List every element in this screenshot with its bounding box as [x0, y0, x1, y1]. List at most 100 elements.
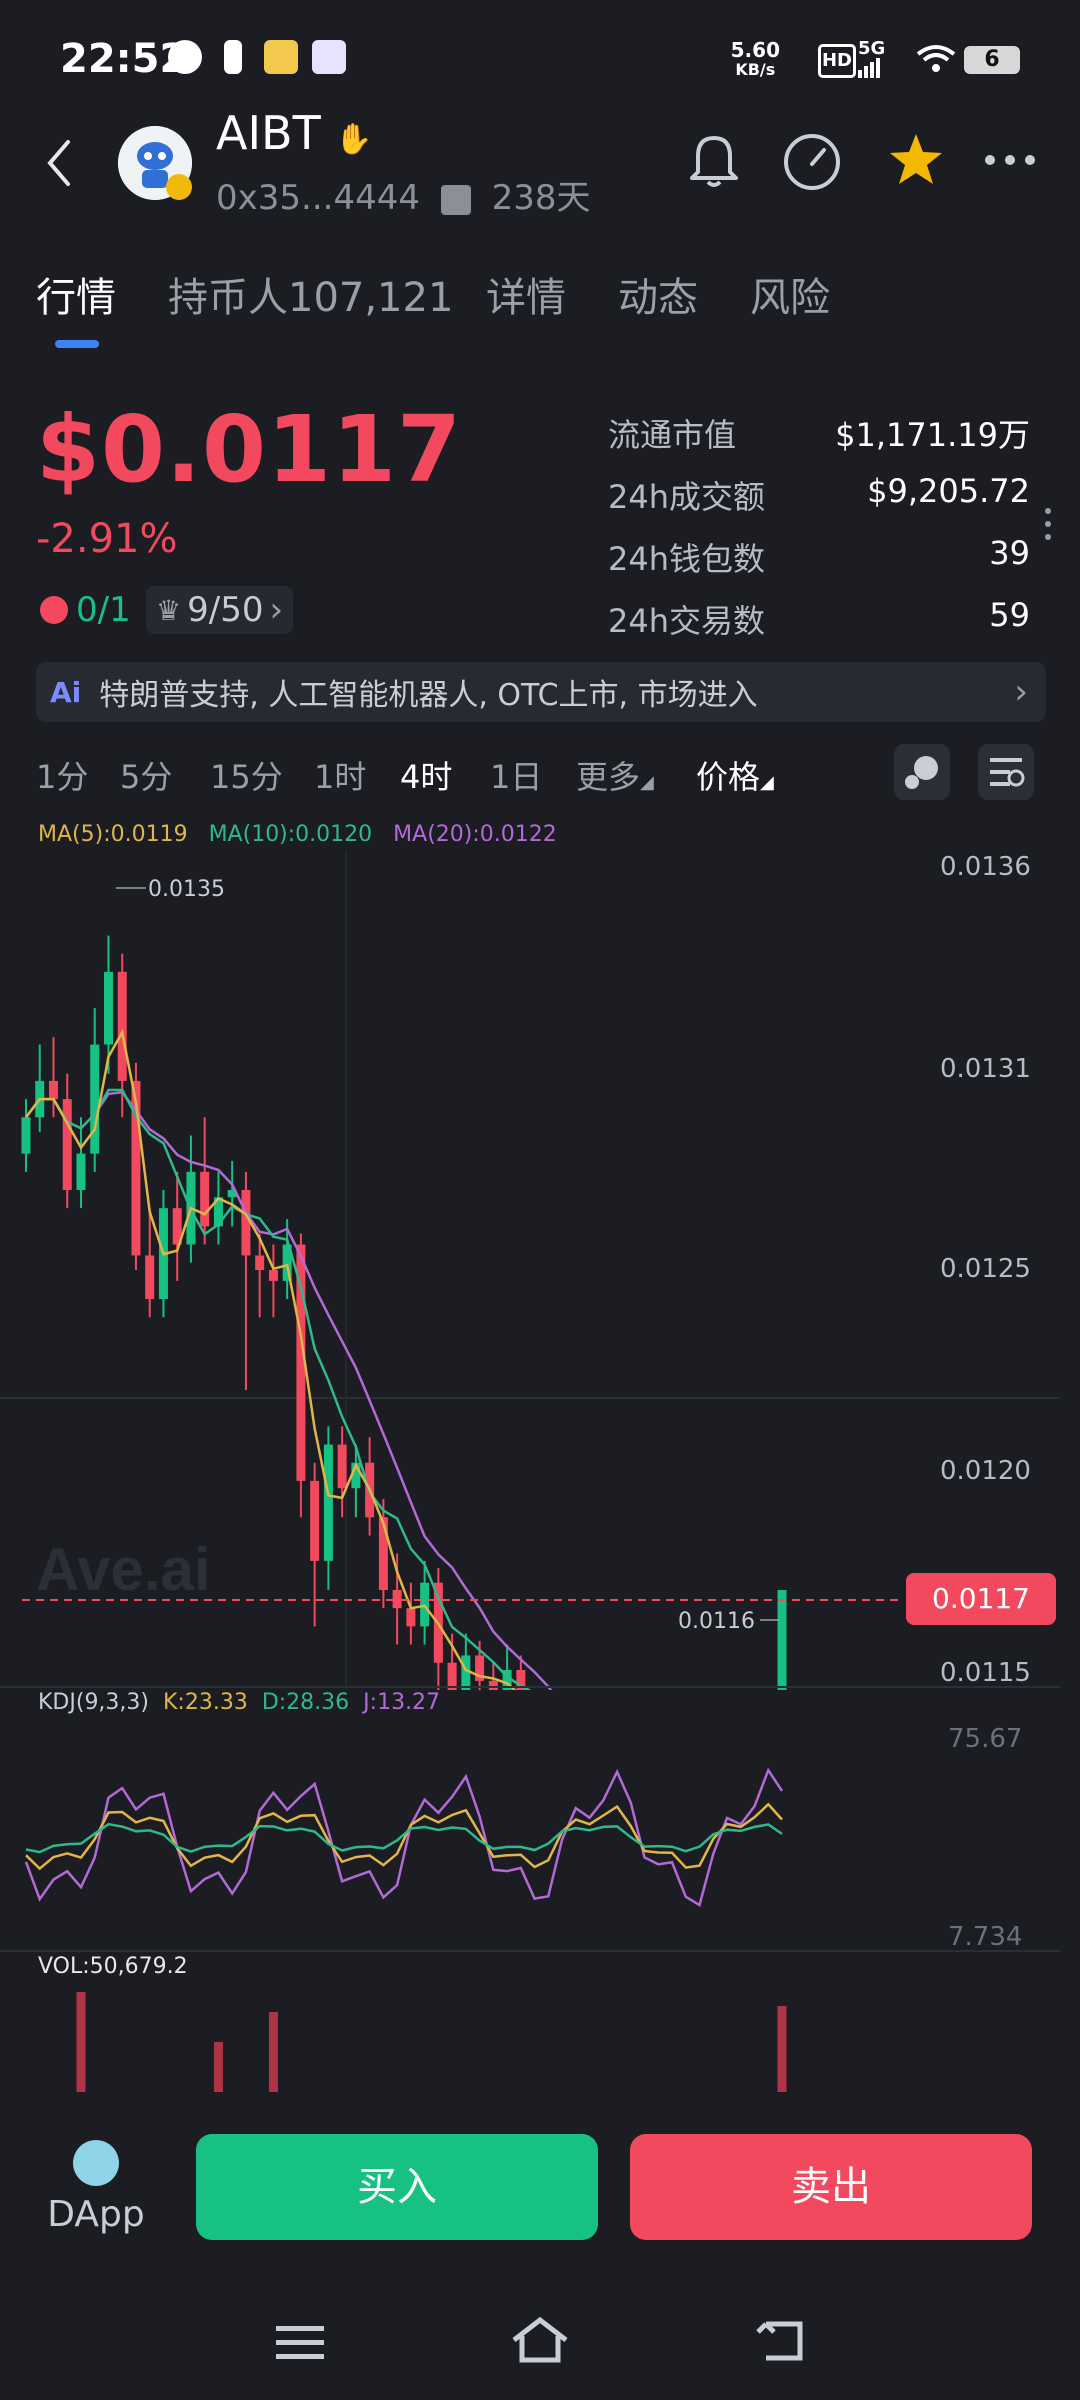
- token-name: AIBT ✋: [216, 106, 373, 160]
- tab-activity[interactable]: 动态: [618, 265, 698, 323]
- candle: [90, 1044, 100, 1154]
- candlestick-chart[interactable]: Ave.ai 0.0135 0.0116: [0, 850, 1080, 1690]
- volume-bar: [268, 2012, 278, 2092]
- tab-risk[interactable]: 风险: [750, 265, 830, 323]
- side-more-icon[interactable]: [1042, 506, 1054, 542]
- candle: [76, 1153, 86, 1190]
- kdj-j: J:13.27: [363, 1690, 441, 1715]
- status-bar: 22:52 5.60 KB/s HD 5G 6: [0, 0, 1080, 120]
- gauge-icon[interactable]: [782, 132, 842, 192]
- buy-button[interactable]: 买入: [196, 2134, 598, 2240]
- bnb-chain-icon: [166, 174, 192, 200]
- y-tick: 0.0131: [940, 1054, 1031, 1084]
- crown-icon: ♛: [156, 593, 182, 627]
- tab-details[interactable]: 详情: [486, 265, 566, 323]
- net-speed-unit: KB/s: [735, 60, 776, 79]
- home-icon[interactable]: [510, 2316, 570, 2366]
- sliders-icon: [990, 758, 1025, 787]
- interval-1d[interactable]: 1日: [490, 752, 542, 798]
- copy-icon[interactable]: [440, 184, 471, 215]
- interval-15m[interactable]: 15分: [210, 752, 283, 798]
- dapp-label: DApp: [47, 2194, 145, 2235]
- current-price: $0.0117: [36, 396, 463, 503]
- candle: [241, 1190, 251, 1256]
- dapp-button[interactable]: DApp: [46, 2140, 146, 2235]
- high-annotation: 0.0135: [148, 877, 225, 902]
- volume-bar: [777, 2006, 787, 2092]
- signal-bars-icon: [858, 58, 880, 78]
- stat-value-market-cap: $1,171.19万: [835, 416, 1030, 454]
- tab-bar: 行情 持币人107,121 详情 动态 风险: [0, 255, 1080, 355]
- current-price-tag: 0.0117: [906, 1573, 1056, 1625]
- ma20-label: MA(20):0.0122: [393, 822, 557, 847]
- candle: [62, 1099, 72, 1190]
- battery-saver-icon: [224, 40, 242, 74]
- tab-holders[interactable]: 持币人107,121: [168, 265, 453, 323]
- notification-icons: [168, 40, 346, 74]
- network-speed: 5.60 KB/s: [731, 40, 780, 80]
- interval-5m[interactable]: 5分: [120, 752, 172, 798]
- volume-chart: [76, 1992, 787, 2092]
- candle: [310, 1480, 320, 1561]
- candle: [21, 1117, 31, 1154]
- stat-value-wallets: 39: [989, 534, 1030, 572]
- candle: [268, 1270, 278, 1281]
- tax-badge[interactable]: 0/1: [40, 586, 131, 634]
- candle: [145, 1255, 155, 1300]
- dropdown-triangle-icon: ◢: [760, 772, 774, 793]
- y-tick: 0.0120: [940, 1456, 1031, 1486]
- price-mode-label: 价格: [696, 758, 761, 796]
- kdj-label: KDJ(9,3,3): [38, 1690, 149, 1715]
- interval-more[interactable]: 更多◢: [576, 752, 654, 798]
- chevron-right-icon: ›: [269, 590, 284, 630]
- stat-value-trades: 59: [989, 596, 1030, 634]
- bubbles-icon: [905, 756, 938, 789]
- stat-label-volume: 24h成交额: [608, 478, 766, 516]
- chart-settings-button[interactable]: [978, 744, 1034, 800]
- indicator-settings-button[interactable]: [894, 744, 950, 800]
- contract-address[interactable]: 0x35...4444: [216, 178, 420, 218]
- candle: [777, 1590, 787, 1690]
- favorite-star-icon[interactable]: [888, 132, 944, 188]
- play-icon: [168, 40, 202, 74]
- interval-1h[interactable]: 1时: [314, 752, 366, 798]
- candle: [378, 1517, 388, 1590]
- app-icon: [312, 40, 346, 74]
- candle: [406, 1608, 416, 1627]
- menu-icon[interactable]: [276, 2322, 324, 2362]
- back-icon[interactable]: [44, 138, 74, 188]
- ma5-label: MA(5):0.0119: [38, 822, 188, 847]
- kdj-d: D:28.36: [261, 1690, 350, 1715]
- stat-label-wallets: 24h钱包数: [608, 540, 766, 578]
- candle: [48, 1080, 58, 1100]
- hd-icon: HD: [818, 44, 856, 78]
- tab-market[interactable]: 行情: [36, 265, 116, 323]
- candle: [323, 1444, 333, 1561]
- wifi-icon: [916, 45, 956, 72]
- more-icon[interactable]: [982, 150, 1038, 170]
- low-annotation: 0.0116: [678, 1609, 755, 1634]
- ai-summary-bar[interactable]: Ai 特朗普支持, 人工智能机器人, OTC上市, 市场进入 ›: [36, 662, 1046, 722]
- pancake-icon: [73, 2140, 119, 2186]
- token-address-row: 0x35...4444 238天: [216, 170, 591, 219]
- hand-icon: ✋: [335, 122, 373, 157]
- net-speed-value: 5.60: [730, 38, 780, 62]
- candle: [200, 1171, 210, 1227]
- candle: [103, 971, 113, 1045]
- system-nav-bar: [0, 2280, 1080, 2400]
- rank-badge[interactable]: ♛ 9/50 ›: [146, 586, 294, 634]
- ai-icon: Ai: [50, 675, 82, 709]
- candle: [255, 1255, 265, 1270]
- bell-icon[interactable]: [688, 130, 740, 190]
- interval-1m[interactable]: 1分: [36, 752, 88, 798]
- tax-badge-value: 0/1: [76, 590, 131, 630]
- stat-value-volume: $9,205.72: [867, 472, 1030, 510]
- interval-4h[interactable]: 4时: [400, 752, 452, 798]
- back-nav-icon[interactable]: [756, 2318, 806, 2364]
- ma10-label: MA(10):0.0120: [208, 822, 373, 847]
- token-avatar: [118, 126, 192, 200]
- sell-button[interactable]: 卖出: [630, 2134, 1032, 2240]
- money-bag-icon: [40, 596, 68, 624]
- price-mode-select[interactable]: 价格◢: [696, 752, 774, 798]
- kdj-chart: [24, 1767, 784, 1908]
